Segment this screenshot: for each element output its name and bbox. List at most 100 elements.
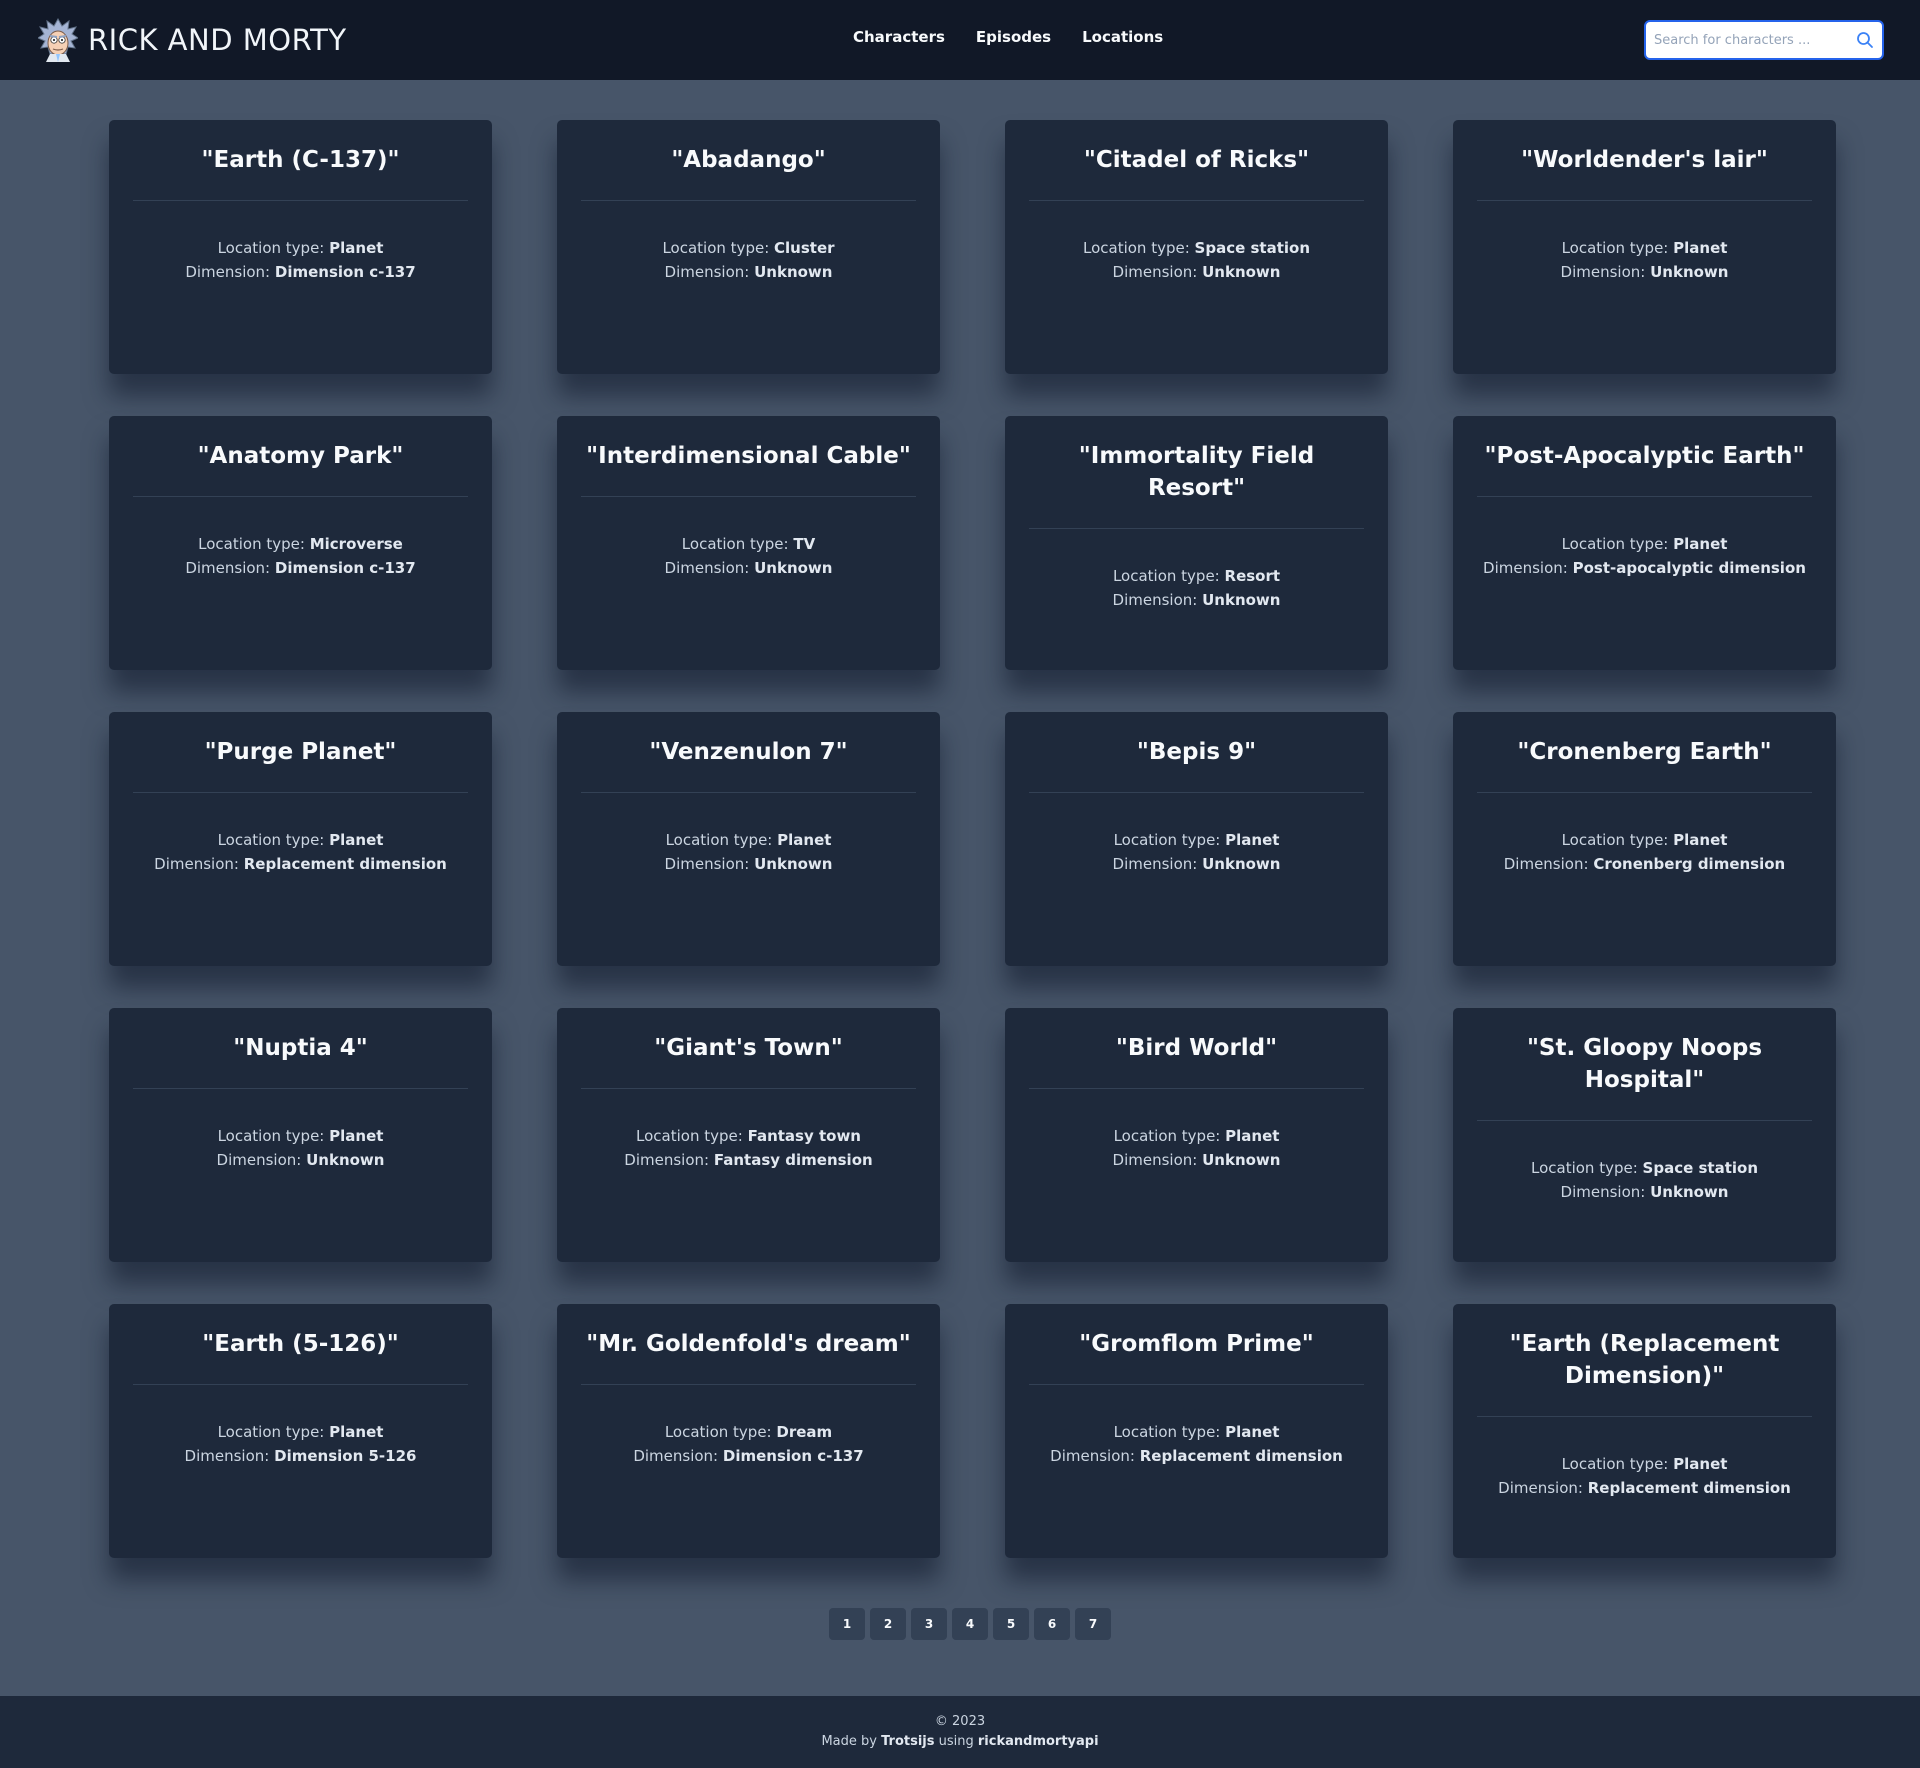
location-card[interactable]: "Cronenberg Earth" Location type: Planet… — [1453, 712, 1836, 966]
dimension-line: Dimension: Unknown — [581, 556, 916, 580]
location-type-line: Location type: Cluster — [581, 236, 916, 260]
nav-locations[interactable]: Locations — [1082, 28, 1163, 46]
nav-episodes[interactable]: Episodes — [976, 28, 1051, 46]
page-button-6[interactable]: 6 — [1034, 1608, 1070, 1640]
dimension-label: Dimension: — [1483, 559, 1568, 577]
location-name: "Bepis 9" — [1136, 739, 1257, 765]
card-divider — [1477, 200, 1812, 201]
search-icon[interactable] — [1856, 31, 1874, 49]
location-name: "Anatomy Park" — [197, 443, 404, 469]
location-type-label: Location type: — [217, 831, 325, 849]
location-type-line: Location type: Planet — [581, 828, 916, 852]
footer-api-link[interactable]: rickandmortyapi — [978, 1734, 1099, 1749]
footer-made-by: Made by — [821, 1734, 877, 1749]
nav-characters[interactable]: Characters — [853, 28, 945, 46]
dimension-label: Dimension: — [633, 1447, 719, 1465]
location-type-value: Planet — [777, 831, 832, 849]
dimension-label: Dimension: — [624, 1151, 710, 1169]
brand-title: RICK AND MORTY — [88, 23, 347, 57]
dimension-label: Dimension: — [1503, 855, 1589, 873]
dimension-value: Fantasy dimension — [713, 1151, 873, 1169]
location-type-label: Location type: — [217, 1127, 325, 1145]
location-type-value: Planet — [1673, 535, 1728, 553]
location-card[interactable]: "Worldender's lair" Location type: Plane… — [1453, 120, 1836, 374]
card-divider — [581, 1384, 916, 1385]
location-type-label: Location type: — [217, 239, 325, 257]
dimension-line: Dimension: Replacement dimension — [1477, 1476, 1812, 1500]
location-type-label: Location type: — [1561, 535, 1669, 553]
location-type-value: Planet — [1225, 1127, 1280, 1145]
dimension-line: Dimension: Post-apocalyptic dimension — [1477, 556, 1812, 580]
location-card[interactable]: "Earth (C-137)" Location type: Planet Di… — [109, 120, 492, 374]
dimension-line: Dimension: Fantasy dimension — [581, 1148, 916, 1172]
location-card[interactable]: "Bird World" Location type: Planet Dimen… — [1005, 1008, 1388, 1262]
location-name: "Abadango" — [671, 147, 826, 173]
dimension-value: Replacement dimension — [1587, 1479, 1791, 1497]
location-type-label: Location type: — [1113, 831, 1221, 849]
dimension-line: Dimension: Unknown — [581, 260, 916, 284]
dimension-label: Dimension: — [1112, 591, 1198, 609]
dimension-label: Dimension: — [664, 263, 750, 281]
page-button-4[interactable]: 4 — [952, 1608, 988, 1640]
dimension-line: Dimension: Replacement dimension — [133, 852, 468, 876]
location-type-value: Dream — [776, 1423, 833, 1441]
card-divider — [1477, 1416, 1812, 1417]
location-card[interactable]: "Anatomy Park" Location type: Microverse… — [109, 416, 492, 670]
location-card[interactable]: "Purge Planet" Location type: Planet Dim… — [109, 712, 492, 966]
location-type-label: Location type: — [681, 535, 789, 553]
page-button-5[interactable]: 5 — [993, 1608, 1029, 1640]
location-type-value: Microverse — [309, 535, 403, 553]
location-name: "Cronenberg Earth" — [1517, 739, 1772, 765]
location-card[interactable]: "Mr. Goldenfold's dream" Location type: … — [557, 1304, 940, 1558]
location-type-value: Cluster — [774, 239, 835, 257]
card-divider — [1029, 200, 1364, 201]
card-divider — [581, 200, 916, 201]
dimension-label: Dimension: — [1498, 1479, 1583, 1497]
location-type-value: Planet — [1225, 1423, 1280, 1441]
location-card[interactable]: "St. Gloopy Noops Hospital" Location typ… — [1453, 1008, 1836, 1262]
dimension-line: Dimension: Cronenberg dimension — [1477, 852, 1812, 876]
location-card[interactable]: "Giant's Town" Location type: Fantasy to… — [557, 1008, 940, 1262]
footer-author-link[interactable]: Trotsijs — [881, 1734, 934, 1749]
dimension-line: Dimension: Unknown — [133, 1148, 468, 1172]
dimension-value: Post-apocalyptic dimension — [1572, 559, 1806, 577]
dimension-label: Dimension: — [154, 855, 239, 873]
location-card[interactable]: "Venzenulon 7" Location type: Planet Dim… — [557, 712, 940, 966]
location-card[interactable]: "Earth (5-126)" Location type: Planet Di… — [109, 1304, 492, 1558]
location-card[interactable]: "Interdimensional Cable" Location type: … — [557, 416, 940, 670]
location-type-line: Location type: Microverse — [133, 532, 468, 556]
location-card[interactable]: "Post-Apocalyptic Earth" Location type: … — [1453, 416, 1836, 670]
card-divider — [133, 792, 468, 793]
location-type-value: Planet — [329, 1127, 384, 1145]
location-card[interactable]: "Earth (Replacement Dimension)" Location… — [1453, 1304, 1836, 1558]
page-button-3[interactable]: 3 — [911, 1608, 947, 1640]
location-name: "Earth (5-126)" — [202, 1331, 399, 1357]
location-type-value: Fantasy town — [747, 1127, 861, 1145]
location-card[interactable]: "Gromflom Prime" Location type: Planet D… — [1005, 1304, 1388, 1558]
card-divider — [1029, 528, 1364, 529]
dimension-value: Unknown — [1650, 263, 1729, 281]
dimension-label: Dimension: — [1050, 1447, 1135, 1465]
location-type-line: Location type: Fantasy town — [581, 1124, 916, 1148]
dimension-line: Dimension: Unknown — [1029, 588, 1364, 612]
search-input[interactable] — [1654, 32, 1850, 48]
page-button-7[interactable]: 7 — [1075, 1608, 1111, 1640]
location-name: "Earth (C-137)" — [201, 147, 400, 173]
dimension-label: Dimension: — [1560, 263, 1646, 281]
location-card[interactable]: "Citadel of Ricks" Location type: Space … — [1005, 120, 1388, 374]
location-type-label: Location type: — [1112, 567, 1220, 585]
location-type-value: Space station — [1194, 239, 1311, 257]
card-divider — [581, 1088, 916, 1089]
locations-grid: "Earth (C-137)" Location type: Planet Di… — [109, 120, 1836, 1558]
location-card[interactable]: "Bepis 9" Location type: Planet Dimensio… — [1005, 712, 1388, 966]
brand[interactable]: RICK AND MORTY — [38, 18, 347, 62]
page-button-1[interactable]: 1 — [829, 1608, 865, 1640]
card-divider — [1029, 792, 1364, 793]
location-card[interactable]: "Nuptia 4" Location type: Planet Dimensi… — [109, 1008, 492, 1262]
dimension-value: Unknown — [306, 1151, 385, 1169]
location-card[interactable]: "Immortality Field Resort" Location type… — [1005, 416, 1388, 670]
dimension-line: Dimension: Unknown — [1029, 260, 1364, 284]
page-button-2[interactable]: 2 — [870, 1608, 906, 1640]
location-name: "Immortality Field Resort" — [1078, 443, 1315, 501]
location-card[interactable]: "Abadango" Location type: Cluster Dimens… — [557, 120, 940, 374]
